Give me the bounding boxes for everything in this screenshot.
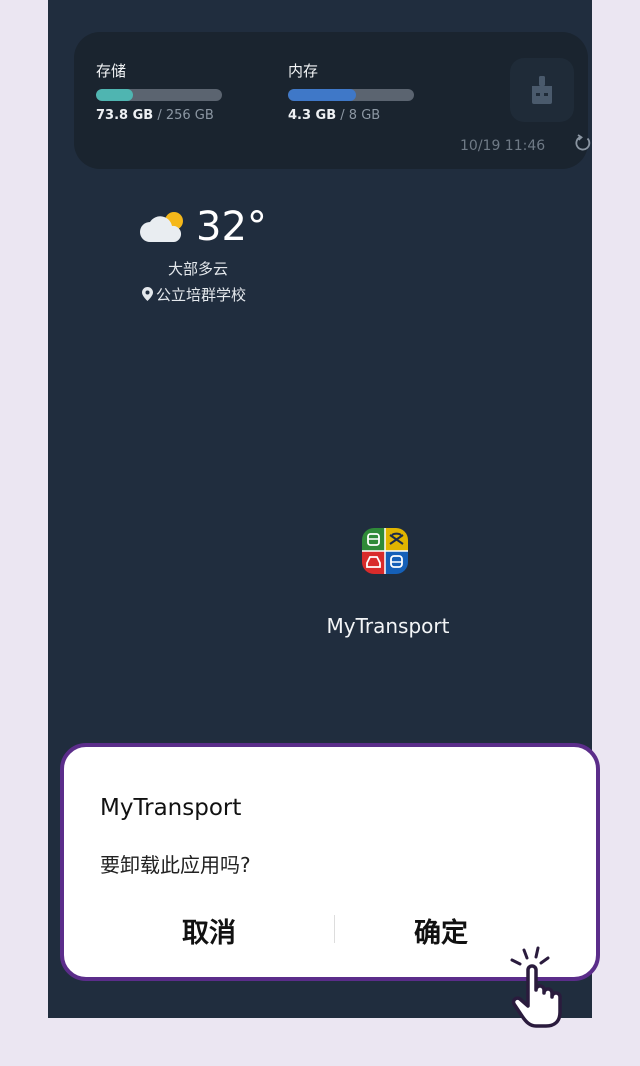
storage-widget[interactable]: 存储 73.8 GB / 256 GB 内存 4.3 GB / 8 GB 10/… xyxy=(74,32,591,169)
location-name: 公立培群学校 xyxy=(156,286,247,304)
storage-label: 存储 xyxy=(96,62,127,80)
cancel-button[interactable]: 取消 xyxy=(182,911,236,950)
confirm-button[interactable]: 确定 xyxy=(414,911,468,950)
memory-total: / 8 GB xyxy=(336,108,381,123)
memory-stat: 内存 4.3 GB / 8 GB xyxy=(288,60,438,123)
app-label: MyTransport xyxy=(326,614,450,638)
refresh-icon[interactable] xyxy=(574,134,592,152)
temperature: 32° xyxy=(196,204,267,250)
mytransport-glyphs xyxy=(362,528,408,574)
mytransport-app-icon[interactable] xyxy=(362,528,408,574)
button-divider xyxy=(334,915,335,943)
app-icon-quadrant-car xyxy=(362,551,385,574)
dialog-message: 要卸载此应用吗? xyxy=(100,853,251,877)
memory-bar xyxy=(288,89,414,101)
partly-cloudy-icon xyxy=(140,212,183,242)
storage-bar xyxy=(96,89,222,101)
clean-button[interactable] xyxy=(510,58,574,122)
location-pin-icon xyxy=(142,287,153,301)
storage-value: 73.8 GB / 256 GB xyxy=(96,108,246,123)
memory-bar-fill xyxy=(288,89,357,101)
memory-used: 4.3 GB xyxy=(288,108,337,123)
weather-condition: 大部多云 xyxy=(168,260,229,278)
broom-icon xyxy=(532,76,552,104)
memory-label: 内存 xyxy=(288,62,319,80)
storage-used: 73.8 GB xyxy=(96,108,154,123)
memory-value: 4.3 GB / 8 GB xyxy=(288,108,438,123)
tap-hand-icon xyxy=(510,946,562,1028)
storage-stat: 存储 73.8 GB / 256 GB xyxy=(96,60,246,123)
dialog-title: MyTransport xyxy=(100,795,242,821)
storage-total: / 256 GB xyxy=(153,108,214,123)
update-timestamp: 10/19 11:46 xyxy=(460,138,546,154)
storage-bar-fill xyxy=(96,89,133,101)
weather-location: 公立培群学校 xyxy=(142,284,246,305)
